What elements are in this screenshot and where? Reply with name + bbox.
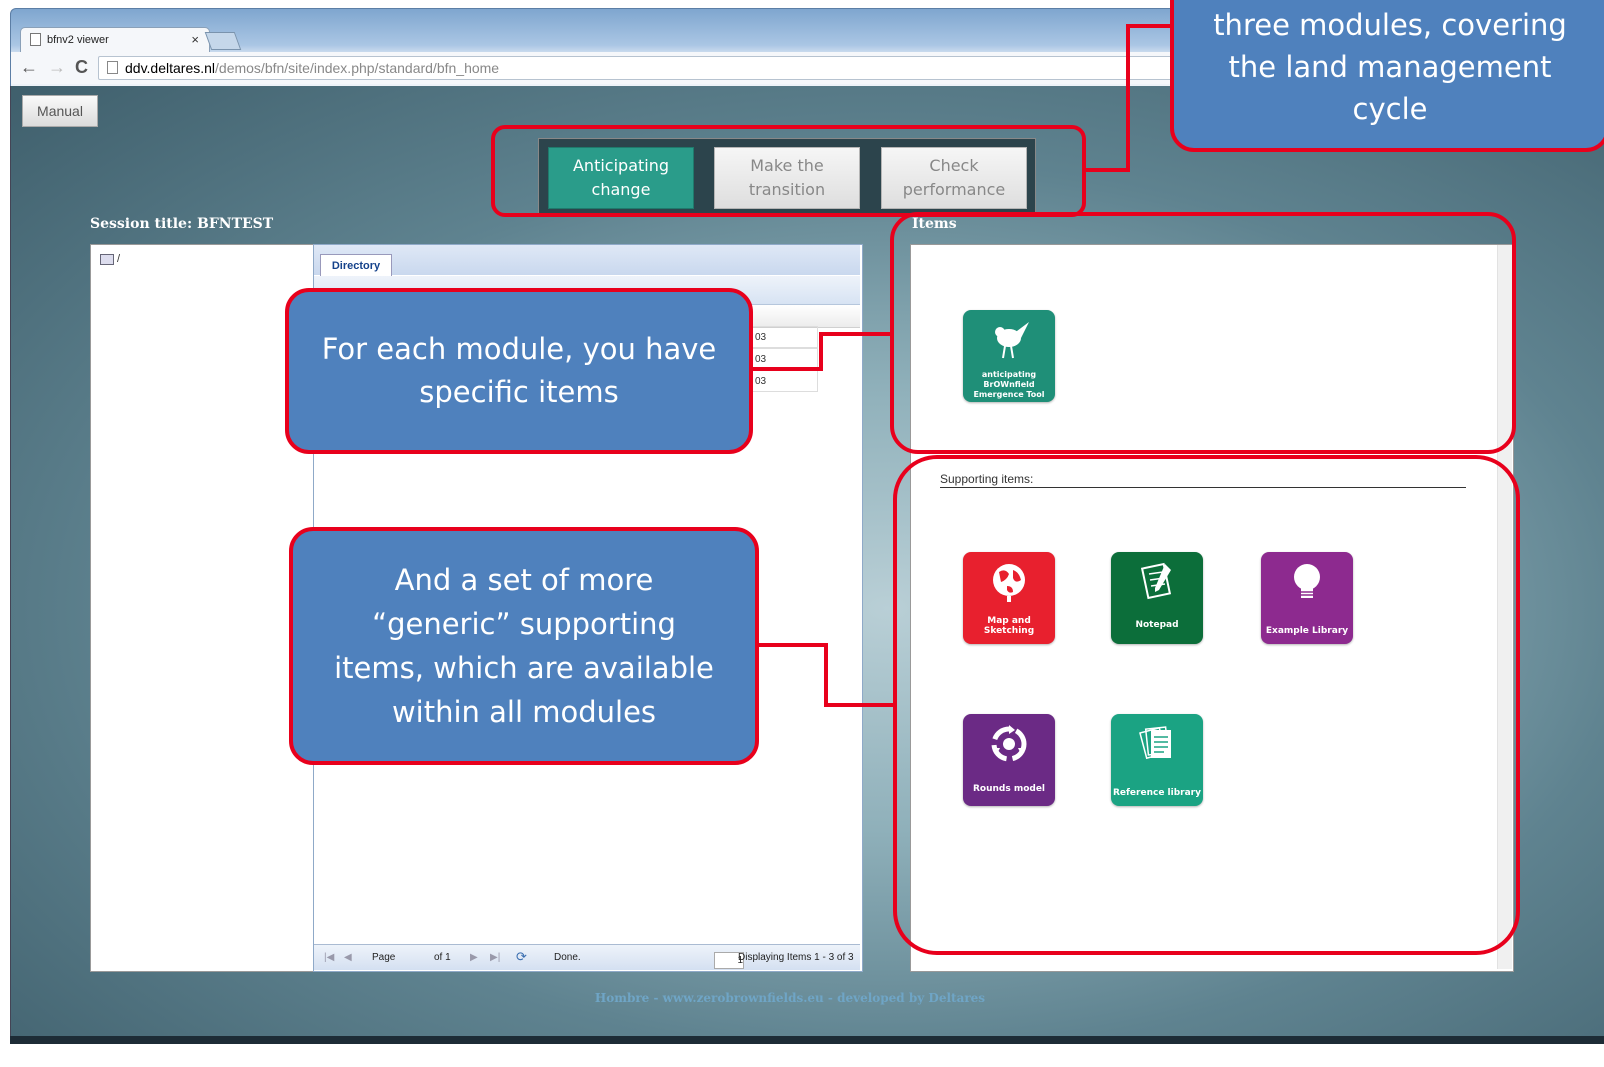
table-row[interactable]: 03	[752, 370, 818, 392]
bottom-edge	[10, 1036, 1604, 1044]
module-items-highlight	[890, 212, 1516, 454]
prev-page-icon[interactable]: ◀	[344, 952, 352, 963]
pagination-bar: |◀ ◀ Page 1 of 1 ▶ ▶| ⟳ Done. Displaying…	[314, 944, 860, 970]
connector-line	[1084, 168, 1130, 172]
forward-arrow-icon[interactable]: →	[48, 57, 66, 78]
tree-root-label: /	[117, 253, 121, 265]
pager-summary: Displaying Items 1 - 3 of 3	[738, 952, 854, 963]
tab-close-icon[interactable]: ×	[191, 32, 199, 47]
supporting-items-highlight	[893, 455, 1520, 955]
connector-line	[824, 643, 828, 707]
page-label: Page	[372, 952, 396, 963]
modules-callout: three modules, covering the land managem…	[1170, 0, 1604, 152]
back-arrow-icon[interactable]: ←	[20, 57, 38, 78]
footer-text: Hombre - www.zerobrownfields.eu - develo…	[594, 991, 986, 1005]
tree-panel	[90, 244, 314, 972]
connector-line	[819, 332, 893, 336]
tree-root-node[interactable]: /	[100, 253, 120, 265]
session-title: Session title: BFNTEST	[90, 216, 274, 232]
manual-button[interactable]: Manual	[22, 95, 98, 127]
directory-header	[314, 245, 860, 275]
connector-line	[1126, 24, 1130, 172]
page-of-label: of 1	[434, 952, 451, 963]
tab-directory[interactable]: Directory	[320, 254, 392, 277]
items-callout-text: For each module, you have specific items	[321, 332, 717, 409]
reload-icon[interactable]: C	[75, 57, 88, 78]
refresh-icon[interactable]: ⟳	[516, 949, 527, 965]
folder-icon	[100, 253, 114, 265]
last-page-icon[interactable]: ▶|	[490, 952, 500, 963]
connector-line	[1126, 24, 1176, 28]
modules-callout-text: three modules, covering the land managem…	[1213, 8, 1567, 126]
page-icon	[107, 61, 118, 74]
url-host: ddv.deltares.nl	[125, 60, 216, 76]
page-icon	[30, 33, 41, 46]
connector-line	[824, 703, 895, 707]
connector-line	[756, 643, 828, 647]
pager-status: Done.	[554, 952, 581, 963]
next-page-icon[interactable]: ▶	[470, 952, 478, 963]
first-page-icon[interactable]: |◀	[324, 952, 334, 963]
tab-title: bfnv2 viewer	[47, 34, 109, 46]
items-callout: For each module, you have specific items	[285, 288, 753, 454]
supporting-callout: And a set of more “generic” supporting i…	[289, 527, 759, 765]
browser-tab[interactable]: bfnv2 viewer ×	[20, 27, 210, 52]
url-path: /demos/bfn/site/index.php/standard/bfn_h…	[215, 60, 500, 76]
supporting-callout-text: And a set of more “generic” supporting i…	[334, 563, 714, 729]
connector-line	[819, 332, 823, 371]
modules-highlight	[491, 125, 1086, 217]
connector-line	[751, 367, 823, 371]
table-row[interactable]: 03	[752, 326, 818, 348]
new-tab-button[interactable]	[204, 32, 242, 50]
